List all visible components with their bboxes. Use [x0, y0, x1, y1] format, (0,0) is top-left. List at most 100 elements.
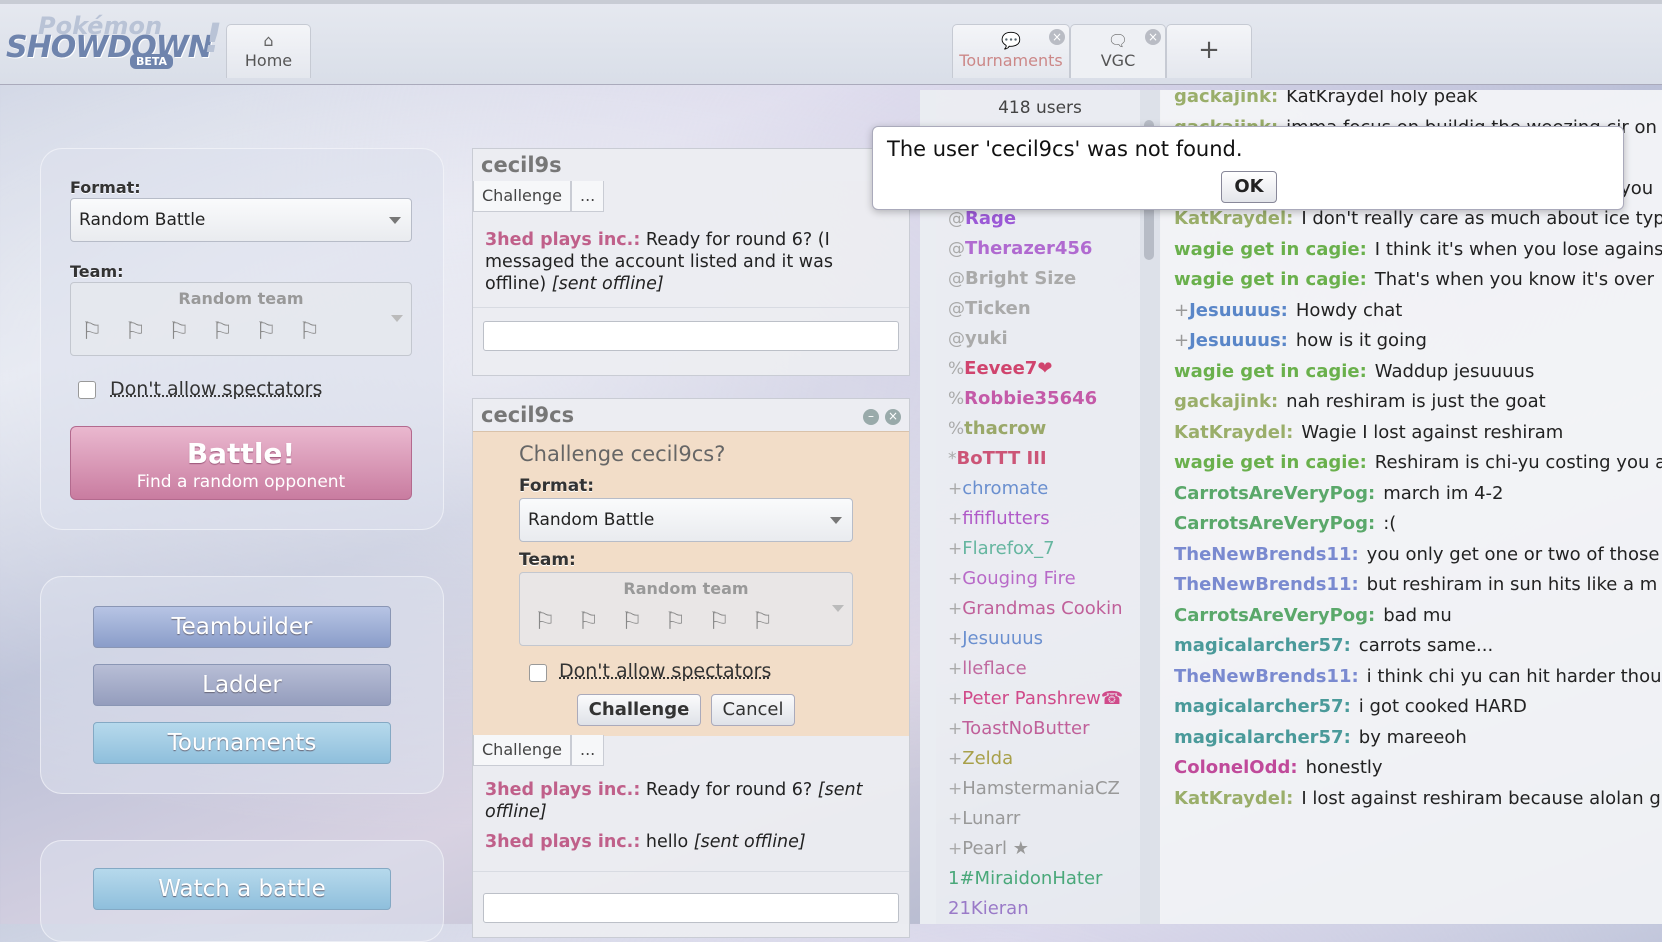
- user-list-item[interactable]: +Zelda: [948, 748, 1013, 769]
- chat-username[interactable]: KatKraydel:: [1174, 422, 1293, 443]
- no-spectators-label[interactable]: Don't allow spectators: [110, 378, 322, 400]
- challenge-no-spectators-checkbox[interactable]: [529, 664, 547, 682]
- chat-username[interactable]: gackajink:: [1174, 90, 1278, 107]
- pm-sender[interactable]: 3hed plays inc.:: [485, 832, 640, 852]
- user-list-item[interactable]: *BoTTT III: [948, 448, 1047, 469]
- close-icon[interactable]: ×: [1049, 29, 1065, 45]
- challenge-format-select[interactable]: Random Battle: [519, 498, 853, 542]
- format-select[interactable]: Random Battle: [70, 198, 412, 242]
- user-list-item[interactable]: %thacrow: [948, 418, 1046, 439]
- user-list-item[interactable]: +Lunarr: [948, 808, 1020, 829]
- showdown-logo[interactable]: Pokémon SHOWDOWN BETA !: [4, 8, 222, 74]
- chat-username[interactable]: wagie get in cagie:: [1174, 452, 1367, 473]
- chat-text: i think chi yu can hit harder thou: [1366, 665, 1662, 687]
- chat-username-text: magicalarcher57:: [1174, 696, 1351, 717]
- pm-more-tab[interactable]: ...: [571, 735, 605, 766]
- pm-window-cecil9s: cecil9s – Challenge... 3hed plays inc.: …: [472, 148, 915, 376]
- challenge-button[interactable]: Challenge: [577, 694, 701, 726]
- chat-username[interactable]: KatKraydel:: [1174, 208, 1293, 229]
- chat-text: i got cooked HARD: [1358, 696, 1527, 717]
- pm-sender[interactable]: 3hed plays inc.:: [485, 230, 640, 250]
- chat-username[interactable]: ColonelOdd:: [1174, 757, 1298, 778]
- chat-username[interactable]: TheNewBrends11:: [1174, 666, 1359, 687]
- user-count[interactable]: 418 users: [960, 98, 1120, 118]
- teambuilder-button[interactable]: Teambuilder: [93, 606, 391, 648]
- user-list-item[interactable]: @Rage: [948, 208, 1016, 229]
- chat-username[interactable]: wagie get in cagie:: [1174, 361, 1367, 382]
- tab-home[interactable]: ⌂ Home: [226, 24, 311, 78]
- user-list-item[interactable]: +ToastNoButter: [948, 718, 1090, 739]
- user-name: HamstermaniaCZ: [962, 778, 1120, 799]
- user-list-item[interactable]: %Robbie35646: [948, 388, 1097, 409]
- close-icon[interactable]: ×: [1145, 29, 1161, 45]
- chat-username[interactable]: KatKraydel:: [1174, 788, 1293, 809]
- user-name: Therazer456: [965, 238, 1093, 259]
- user-list-item[interactable]: +Gouging Fire: [948, 568, 1076, 589]
- pm-message-input[interactable]: [483, 893, 899, 923]
- user-list-item[interactable]: +Grandmas Cookin: [948, 598, 1123, 619]
- chat-username[interactable]: CarrotsAreVeryPog:: [1174, 605, 1375, 626]
- pm-sender[interactable]: 3hed plays inc.:: [485, 780, 640, 800]
- user-name: Ticken: [965, 298, 1031, 319]
- user-list-item[interactable]: 1#MiraidonHater: [948, 868, 1102, 889]
- chat-username[interactable]: magicalarcher57:: [1174, 727, 1351, 748]
- pm-challenge-tab[interactable]: Challenge: [473, 181, 571, 212]
- user-list-item[interactable]: 21Kieran: [948, 898, 1029, 919]
- chat-username[interactable]: magicalarcher57:: [1174, 696, 1351, 717]
- user-list-item[interactable]: +Jesuuuus: [948, 628, 1043, 649]
- minimize-icon[interactable]: –: [863, 409, 879, 425]
- chat-username[interactable]: +Jesuuuus:: [1174, 330, 1288, 351]
- close-icon[interactable]: ×: [885, 409, 901, 425]
- chat-username[interactable]: CarrotsAreVeryPog:: [1174, 513, 1375, 534]
- challenge-no-spectators-label[interactable]: Don't allow spectators: [559, 660, 771, 682]
- top-header: Pokémon SHOWDOWN BETA ! ⌂ Home 💬 Tournam…: [0, 0, 1662, 85]
- watch-battle-button[interactable]: Watch a battle: [93, 868, 391, 910]
- user-rank: +: [948, 539, 963, 559]
- tournaments-button[interactable]: Tournaments: [93, 722, 391, 764]
- pm-challenge-tab[interactable]: Challenge: [473, 735, 571, 766]
- battle-button-subtitle: Find a random opponent: [136, 472, 346, 492]
- cancel-button[interactable]: Cancel: [711, 694, 795, 726]
- chat-username[interactable]: wagie get in cagie:: [1174, 269, 1367, 290]
- chat-username[interactable]: magicalarcher57:: [1174, 635, 1351, 656]
- chat-text: That's when you know it's over: [1374, 269, 1654, 290]
- chat-username[interactable]: CarrotsAreVeryPog:: [1174, 483, 1375, 504]
- chat-text: I lost against reshiram because alolan g: [1301, 787, 1661, 809]
- chat-scrollbar[interactable]: [1140, 90, 1160, 924]
- user-list-item[interactable]: @Therazer456: [948, 238, 1092, 259]
- user-list-item[interactable]: +fififlutters: [948, 508, 1050, 529]
- user-list-item[interactable]: +HamstermaniaCZ: [948, 778, 1120, 799]
- battle-button[interactable]: Battle! Find a random opponent: [70, 426, 412, 500]
- ladder-button[interactable]: Ladder: [93, 664, 391, 706]
- user-list-item[interactable]: %Eevee7❤: [948, 358, 1052, 379]
- ok-button[interactable]: OK: [1221, 171, 1277, 203]
- user-list-item[interactable]: +Flarefox_7: [948, 538, 1055, 559]
- team-select[interactable]: Random team ⚐⚐⚐⚐⚐⚐: [70, 282, 412, 356]
- user-list-item[interactable]: +chromate: [948, 478, 1048, 499]
- pm-title[interactable]: cecil9s: [473, 149, 909, 181]
- tab-tournaments[interactable]: 💬 Tournaments ×: [952, 24, 1070, 78]
- pm-title-text: cecil9cs: [481, 403, 575, 427]
- chat-username-text: CarrotsAreVeryPog:: [1174, 604, 1376, 626]
- pm-title[interactable]: cecil9cs: [473, 399, 909, 431]
- user-list-item[interactable]: @Ticken: [948, 298, 1031, 319]
- chat-username[interactable]: TheNewBrends11:: [1174, 574, 1359, 595]
- chat-username[interactable]: TheNewBrends11:: [1174, 544, 1359, 565]
- chat-username-text: Jesuuuus:: [1189, 299, 1288, 321]
- chat-username[interactable]: wagie get in cagie:: [1174, 239, 1367, 260]
- pm-message-input[interactable]: [483, 321, 899, 351]
- chat-username[interactable]: gackajink:: [1174, 391, 1278, 412]
- no-spectators-checkbox[interactable]: [78, 381, 96, 399]
- pm-more-tab[interactable]: ...: [571, 181, 605, 212]
- user-name: BoTTT III: [956, 448, 1047, 469]
- user-list-item[interactable]: @yuki: [948, 328, 1008, 349]
- user-list-item[interactable]: @Bright Size: [948, 268, 1076, 289]
- new-tab-button[interactable]: +: [1166, 24, 1252, 78]
- user-list-item[interactable]: +Pearl ★: [948, 838, 1029, 859]
- user-rank: +: [948, 809, 963, 829]
- user-list-item[interactable]: +Peter Panshrew☎: [948, 688, 1123, 709]
- challenge-team-select[interactable]: Random team ⚐⚐⚐⚐⚐⚐: [519, 572, 853, 646]
- chat-username[interactable]: +Jesuuuus:: [1174, 300, 1288, 321]
- user-list-item[interactable]: +lleflace: [948, 658, 1027, 679]
- tab-vgc[interactable]: 🗨 VGC ×: [1070, 24, 1166, 78]
